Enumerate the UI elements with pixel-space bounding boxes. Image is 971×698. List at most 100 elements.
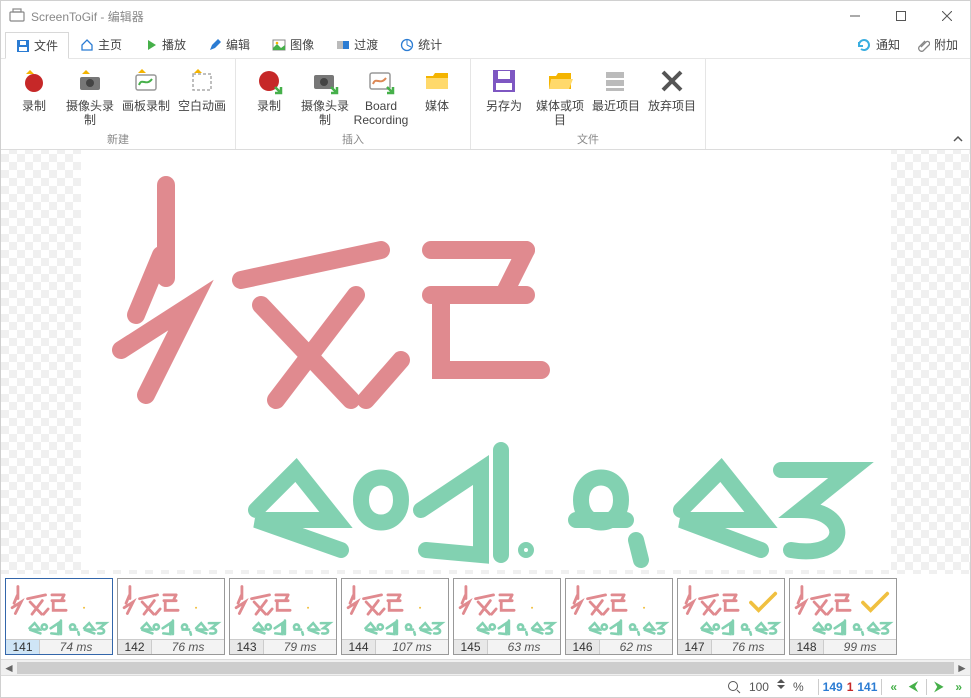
- thumb-image: [454, 579, 560, 639]
- play-icon: [144, 38, 158, 52]
- tab-play[interactable]: 播放: [133, 31, 197, 58]
- close-button[interactable]: [924, 1, 970, 31]
- frame-thumbnail[interactable]: 14563 ms: [453, 578, 561, 655]
- tab-transition[interactable]: 过渡: [325, 31, 389, 58]
- insert-record-button[interactable]: 录制: [242, 63, 296, 129]
- tab-label: 文件: [34, 37, 58, 54]
- nav-first-button[interactable]: «: [886, 678, 901, 696]
- button-label: 媒体或项目: [535, 99, 585, 127]
- thumb-info: 144107 ms: [342, 639, 448, 654]
- save-icon: [488, 65, 520, 97]
- thumb-info: 14776 ms: [678, 639, 784, 654]
- board-icon: [130, 65, 162, 97]
- tab-edit[interactable]: 编辑: [197, 31, 261, 58]
- notifications-button[interactable]: 通知: [848, 32, 908, 57]
- thumb-number: 141: [6, 640, 40, 654]
- tab-stats[interactable]: 统计: [389, 31, 453, 58]
- frame-list[interactable]: 14174 ms14276 ms14379 ms144107 ms14563 m…: [1, 574, 970, 659]
- attach-icon: [916, 38, 930, 52]
- status-bar: 100 % 149 1 141 « ⮜ ⮞ »: [1, 675, 970, 697]
- group-title: 新建: [107, 131, 129, 147]
- extras-label: 附加: [934, 36, 958, 53]
- frame-thumbnail[interactable]: 14276 ms: [117, 578, 225, 655]
- nav-prev-button[interactable]: ⮜: [905, 678, 922, 696]
- insert-board-button[interactable]: Board Recording: [354, 63, 408, 129]
- thumb-number: 145: [454, 640, 488, 654]
- load-media-button[interactable]: 媒体或项目: [533, 63, 587, 129]
- button-label: 画板录制: [122, 99, 170, 127]
- recent-icon: [600, 65, 632, 97]
- tab-label: 统计: [418, 36, 442, 53]
- button-label: 最近项目: [592, 99, 640, 127]
- ribbon-tabs: 文件 主页 播放 编辑 图像 过渡 统计 通知 附加: [1, 31, 970, 59]
- thumb-duration: 74 ms: [40, 640, 112, 654]
- current-frame: [81, 150, 891, 570]
- button-label: 空白动画: [178, 99, 226, 127]
- image-icon: [272, 38, 286, 52]
- tab-label: 播放: [162, 36, 186, 53]
- thumb-info: 14899 ms: [790, 639, 896, 654]
- frame-thumbnail[interactable]: 14776 ms: [677, 578, 785, 655]
- zoom-percent: %: [793, 680, 804, 694]
- edit-icon: [208, 38, 222, 52]
- tab-file[interactable]: 文件: [5, 32, 69, 59]
- frame-thumbnail[interactable]: 144107 ms: [341, 578, 449, 655]
- zoom-icon[interactable]: [723, 678, 745, 696]
- frames-scrollbar[interactable]: ◄ ►: [1, 659, 970, 675]
- group-new: 录制 摄像头录制 画板录制 空白动画 新建: [1, 59, 236, 149]
- media-folder-icon: [421, 65, 453, 97]
- frame-drawing: [81, 150, 891, 570]
- nav-last-button[interactable]: »: [951, 678, 966, 696]
- insert-media-button[interactable]: 媒体: [410, 63, 464, 129]
- zoom-spinner[interactable]: [773, 678, 789, 696]
- tab-label: 主页: [98, 36, 122, 53]
- new-board-button[interactable]: 画板录制: [119, 63, 173, 129]
- frame-thumbnail[interactable]: 14379 ms: [229, 578, 337, 655]
- button-label: Board Recording: [354, 99, 409, 127]
- frame-total: 149: [823, 680, 843, 694]
- refresh-icon: [856, 37, 872, 53]
- button-label: 媒体: [425, 99, 449, 127]
- tab-image[interactable]: 图像: [261, 31, 325, 58]
- minimize-button[interactable]: [832, 1, 878, 31]
- thumb-number: 148: [790, 640, 824, 654]
- canvas-area[interactable]: [1, 150, 970, 574]
- folder-open-icon: [544, 65, 576, 97]
- stats-icon: [400, 38, 414, 52]
- window-titlebar: ScreenToGif - 编辑器: [1, 1, 970, 31]
- thumb-image: [118, 579, 224, 639]
- frame-thumbnail[interactable]: 14899 ms: [789, 578, 897, 655]
- thumb-duration: 79 ms: [264, 640, 336, 654]
- scroll-right-arrow[interactable]: ►: [954, 660, 970, 676]
- new-webcam-button[interactable]: 摄像头录制: [63, 63, 117, 129]
- recent-projects-button[interactable]: 最近项目: [589, 63, 643, 129]
- thumb-info: 14662 ms: [566, 639, 672, 654]
- new-blank-button[interactable]: 空白动画: [175, 63, 229, 129]
- button-label: 录制: [257, 99, 281, 127]
- maximize-button[interactable]: [878, 1, 924, 31]
- group-title: 文件: [577, 131, 599, 147]
- window-title: ScreenToGif - 编辑器: [31, 8, 144, 25]
- thumb-image: [6, 579, 112, 639]
- save-as-button[interactable]: 另存为: [477, 63, 531, 129]
- thumb-image: [566, 579, 672, 639]
- webcam-icon: [74, 65, 106, 97]
- insert-webcam-button[interactable]: 摄像头录制: [298, 63, 352, 129]
- blank-icon: [186, 65, 218, 97]
- thumb-duration: 62 ms: [600, 640, 672, 654]
- frame-thumbnail[interactable]: 14662 ms: [565, 578, 673, 655]
- thumb-number: 142: [118, 640, 152, 654]
- thumb-number: 147: [678, 640, 712, 654]
- collapse-ribbon-button[interactable]: [952, 133, 964, 145]
- extras-button[interactable]: 附加: [908, 32, 966, 57]
- scroll-left-arrow[interactable]: ◄: [1, 660, 17, 676]
- frame-thumbnail[interactable]: 14174 ms: [5, 578, 113, 655]
- tab-home[interactable]: 主页: [69, 31, 133, 58]
- record-icon: [18, 65, 50, 97]
- discard-button[interactable]: 放弃项目: [645, 63, 699, 129]
- ribbon: 录制 摄像头录制 画板录制 空白动画 新建 录制: [1, 59, 970, 150]
- new-record-button[interactable]: 录制: [7, 63, 61, 129]
- board-icon: [365, 65, 397, 97]
- scroll-thumb[interactable]: [17, 662, 954, 674]
- nav-next-button[interactable]: ⮞: [931, 678, 948, 696]
